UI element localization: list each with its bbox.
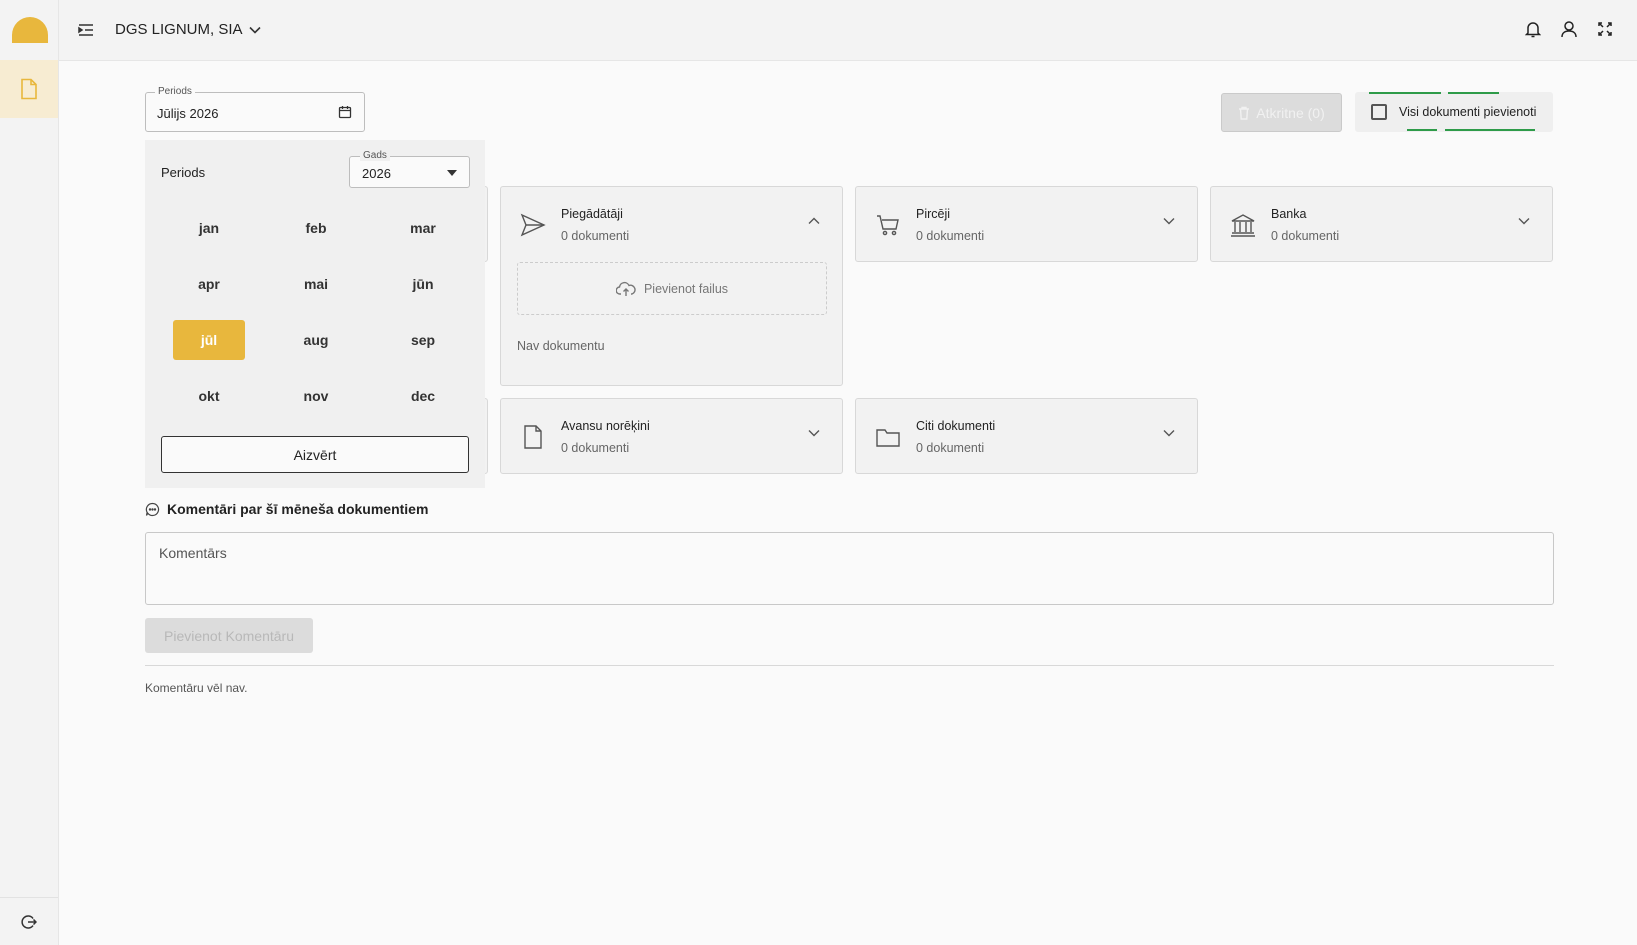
card-count: 0 dokumenti xyxy=(561,441,630,455)
sidebar-logout[interactable] xyxy=(0,897,58,945)
bell-icon[interactable] xyxy=(1523,19,1543,39)
month-option[interactable]: jūl xyxy=(173,320,245,360)
company-name: DGS LIGNUM, SIA xyxy=(115,21,243,38)
chevron-down-icon[interactable] xyxy=(1163,429,1175,437)
period-field[interactable]: Periods Jūlijs 2026 xyxy=(145,86,365,132)
card-title: Piegādātāji xyxy=(561,207,623,221)
all-docs-label: Visi dokumenti pievienoti xyxy=(1399,105,1537,119)
card-other[interactable]: Citi dokumenti 0 dokumenti xyxy=(855,398,1198,474)
sidebar xyxy=(0,0,59,945)
year-select-value: 2026 xyxy=(362,166,391,181)
trash-button[interactable]: Atkritne (0) xyxy=(1221,93,1342,132)
card-advance[interactable]: Avansu norēķini 0 dokumenti xyxy=(500,398,843,474)
chevron-down-icon xyxy=(248,26,261,34)
folder-icon xyxy=(876,429,900,447)
caret-down-icon xyxy=(447,170,457,176)
cloud-upload-icon xyxy=(615,281,636,296)
chevron-up-icon[interactable] xyxy=(808,217,820,225)
trash-icon xyxy=(1239,106,1250,120)
card-suppliers: Piegādātāji 0 dokumenti Pievienot failus… xyxy=(500,186,843,386)
picker-title: Periods xyxy=(161,165,206,180)
close-button[interactable]: Aizvērt xyxy=(161,436,469,473)
month-option[interactable]: jan xyxy=(173,208,245,248)
user-icon[interactable] xyxy=(1559,19,1579,39)
comments-heading-text: Komentāri par šī mēneša dokumentiem xyxy=(167,501,429,517)
comment-placeholder: Komentārs xyxy=(159,545,227,561)
company-selector[interactable]: DGS LIGNUM, SIA xyxy=(115,21,261,38)
month-option[interactable]: dec xyxy=(387,376,459,416)
month-option[interactable]: okt xyxy=(173,376,245,416)
calendar-icon[interactable] xyxy=(338,105,352,119)
chevron-down-icon[interactable] xyxy=(1163,217,1175,225)
month-option[interactable]: apr xyxy=(173,264,245,304)
cart-icon xyxy=(877,215,899,236)
card-buyers[interactable]: Pircēji 0 dokumenti xyxy=(855,186,1198,262)
comment-icon xyxy=(145,502,160,516)
card-title: Banka xyxy=(1271,207,1307,221)
card-count: 0 dokumenti xyxy=(916,229,985,243)
fullscreen-icon[interactable] xyxy=(1595,19,1615,39)
period-field-label: Periods xyxy=(155,86,195,97)
month-option[interactable]: aug xyxy=(280,320,352,360)
month-option[interactable]: mar xyxy=(387,208,459,248)
top-bar: DGS LIGNUM, SIA xyxy=(59,0,1637,61)
period-picker-popup: Periods Gads 2026 jan feb mar apr mai jūn jūl a… xyxy=(145,140,485,488)
bank-icon xyxy=(1231,214,1255,237)
comments-heading: Komentāri par šī mēneša dokumentiem xyxy=(145,501,428,517)
month-option[interactable]: nov xyxy=(280,376,352,416)
success-line xyxy=(1445,129,1535,131)
empty-state: Nav dokumentu xyxy=(517,339,605,353)
month-option[interactable]: jūn xyxy=(387,264,459,304)
month-option[interactable]: sep xyxy=(387,320,459,360)
add-comment-button[interactable]: Pievienot Komentāru xyxy=(145,618,313,653)
send-icon xyxy=(520,213,546,237)
month-option[interactable]: feb xyxy=(280,208,352,248)
card-title: Avansu norēķini xyxy=(561,419,650,433)
comment-input[interactable]: Komentārs xyxy=(145,532,1554,605)
period-field-value: Jūlijs 2026 xyxy=(157,106,219,121)
card-count: 0 dokumenti xyxy=(1271,229,1340,243)
year-select[interactable]: Gads 2026 xyxy=(349,150,470,188)
success-line xyxy=(1369,92,1441,94)
divider xyxy=(145,665,1554,666)
no-comments-text: Komentāru vēl nav. xyxy=(145,681,248,695)
upload-files-button[interactable]: Pievienot failus xyxy=(517,262,827,315)
card-title: Citi dokumenti xyxy=(916,419,996,433)
card-bank[interactable]: Banka 0 dokumenti xyxy=(1210,186,1553,262)
year-select-label: Gads xyxy=(360,150,390,161)
card-count: 0 dokumenti xyxy=(561,229,630,243)
sidebar-item-documents[interactable] xyxy=(0,60,58,118)
trash-button-label: Atkritne (0) xyxy=(1256,104,1325,121)
success-line xyxy=(1448,92,1499,94)
document-icon xyxy=(524,425,542,449)
month-option[interactable]: mai xyxy=(280,264,352,304)
checkbox-box[interactable] xyxy=(1371,104,1387,120)
card-count: 0 dokumenti xyxy=(916,441,985,455)
chevron-down-icon[interactable] xyxy=(1518,217,1530,225)
card-title: Pircēji xyxy=(916,207,951,221)
logout-icon xyxy=(21,914,37,929)
success-line xyxy=(1407,129,1437,131)
chevron-down-icon[interactable] xyxy=(808,429,820,437)
all-docs-checkbox[interactable]: Visi dokumenti pievienoti xyxy=(1355,92,1553,132)
app-logo[interactable] xyxy=(12,17,48,43)
menu-toggle-icon[interactable] xyxy=(77,21,95,39)
document-icon xyxy=(21,78,37,100)
upload-label: Pievienot failus xyxy=(643,281,729,296)
